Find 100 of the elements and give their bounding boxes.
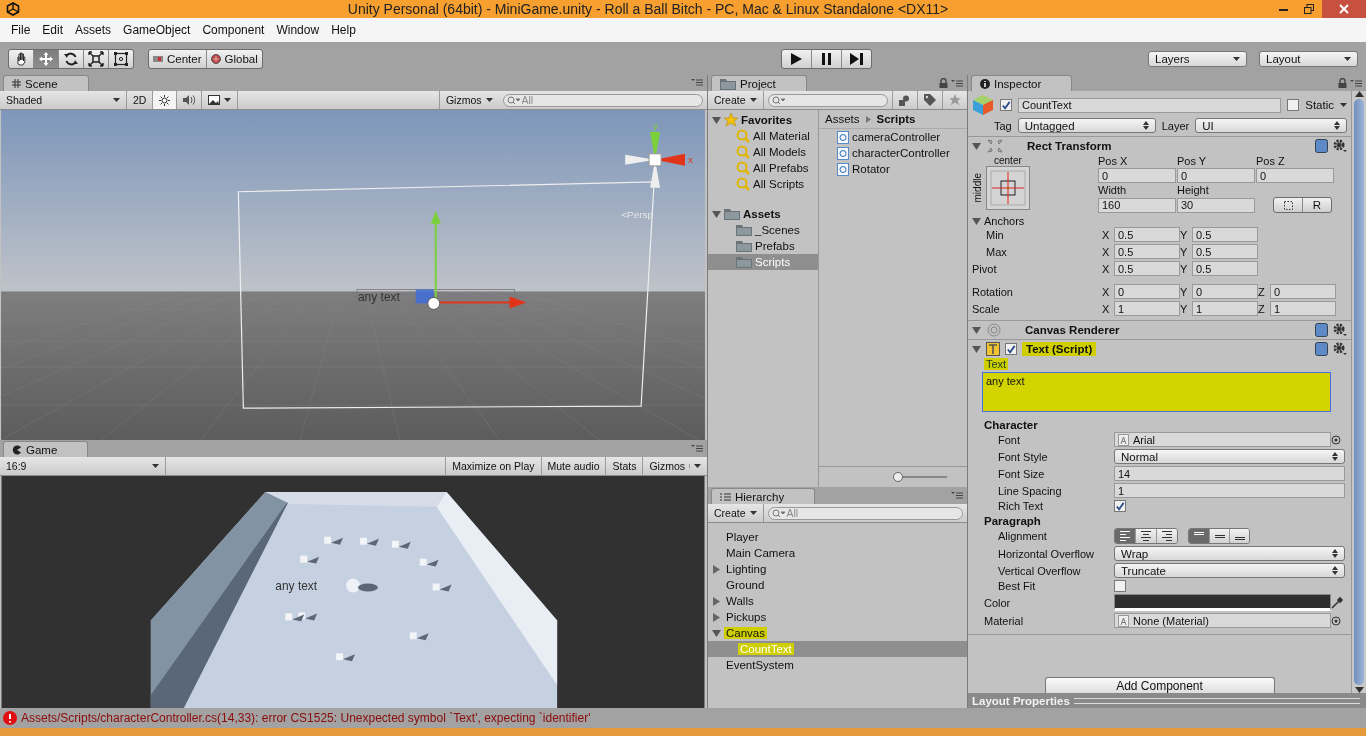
menu-item[interactable]: Assets: [70, 23, 117, 37]
panel-menu-icon[interactable]: [691, 444, 703, 452]
game-view-toggle[interactable]: Maximize on Play: [445, 457, 541, 475]
hierarchy-item[interactable]: EventSystem: [724, 659, 796, 671]
expanded-triangle-icon[interactable]: [712, 209, 721, 219]
lighting-toggle-button[interactable]: [153, 91, 178, 109]
zoom-slider[interactable]: [893, 472, 949, 482]
lock-icon[interactable]: [1338, 78, 1347, 88]
value-field[interactable]: 0: [1114, 284, 1180, 299]
object-name-field[interactable]: CountText: [1018, 97, 1282, 113]
game-view-toggle[interactable]: Stats: [605, 457, 643, 475]
expanded-triangle-icon[interactable]: [972, 216, 981, 226]
value-field[interactable]: 1: [1270, 301, 1336, 316]
menu-item[interactable]: File: [6, 23, 36, 37]
move-tool-button[interactable]: [33, 49, 58, 68]
create-dropdown[interactable]: Create: [708, 504, 764, 522]
console-message[interactable]: Assets/Scripts/characterController.cs(14,33): error CS1525: Unexpected symbol `Text', expecting `identifier': [21, 711, 591, 725]
value-field[interactable]: 0.5: [1192, 244, 1258, 259]
expanded-triangle-icon[interactable]: [712, 115, 721, 125]
hierarchy-item[interactable]: Lighting: [724, 563, 769, 575]
object-picker-icon[interactable]: [1331, 615, 1341, 626]
menu-item[interactable]: Edit: [37, 23, 69, 37]
value-field[interactable]: 160: [1098, 197, 1176, 213]
orientation-gizmo-drawing[interactable]: [625, 131, 685, 188]
hierarchy-item[interactable]: Main Camera: [724, 547, 798, 559]
value-field[interactable]: 1: [1114, 301, 1180, 316]
project-tab[interactable]: Project: [711, 75, 807, 91]
add-component-button[interactable]: Add Component: [1044, 677, 1275, 693]
tree-group[interactable]: Favorites: [708, 112, 818, 128]
checkbox[interactable]: [1005, 343, 1017, 355]
settings-icon[interactable]: [1333, 342, 1347, 356]
checkbox[interactable]: [1000, 99, 1012, 111]
layers-dropdown[interactable]: Layers: [1148, 50, 1247, 67]
tree-item[interactable]: All Material: [708, 128, 818, 144]
hierarchy-tab[interactable]: Hierarchy: [711, 488, 816, 504]
vertical-align-button[interactable]: [1189, 529, 1209, 543]
dropdown[interactable]: Wrap: [1114, 546, 1345, 561]
breadcrumb-item[interactable]: Scripts: [876, 113, 916, 125]
layout-dropdown[interactable]: Layout: [1259, 50, 1358, 67]
horizontal-align-button[interactable]: [1115, 529, 1135, 543]
gizmos-dropdown[interactable]: Gizmos: [438, 91, 499, 109]
hierarchy-item[interactable]: Ground: [724, 579, 767, 591]
tree-item[interactable]: _Scenes: [708, 222, 818, 238]
panel-menu-icon[interactable]: [951, 79, 963, 87]
pivot-mode-button[interactable]: Center: [149, 49, 206, 68]
tree-item[interactable]: All Prefabs: [708, 160, 818, 176]
game-view-toggle[interactable]: Gizmos: [642, 457, 707, 475]
object-picker-icon[interactable]: [1331, 434, 1341, 445]
game-tab[interactable]: Game: [3, 441, 89, 457]
value-field[interactable]: 0.5: [1114, 227, 1180, 242]
value-field[interactable]: 1: [1192, 301, 1258, 316]
hierarchy-search-field[interactable]: All: [767, 506, 963, 520]
close-button[interactable]: [1322, 0, 1366, 18]
expanded-triangle-icon[interactable]: [712, 628, 721, 638]
inspector-tab[interactable]: Inspector: [971, 75, 1073, 91]
panel-menu-icon[interactable]: [951, 491, 963, 499]
eyedropper-icon[interactable]: [1331, 596, 1344, 609]
menu-item[interactable]: GameObject: [118, 23, 196, 37]
slider-thumb[interactable]: [893, 472, 903, 482]
menu-item[interactable]: Help: [326, 23, 361, 37]
value-field[interactable]: 0: [1270, 284, 1336, 299]
script-file[interactable]: characterController: [852, 147, 950, 159]
settings-icon[interactable]: [1333, 139, 1347, 153]
tag-dropdown[interactable]: Untagged: [1017, 118, 1156, 133]
project-search-field[interactable]: [767, 93, 888, 107]
vertical-align-button[interactable]: [1209, 529, 1229, 543]
settings-icon[interactable]: [1333, 323, 1347, 337]
vertical-align-button[interactable]: [1229, 529, 1249, 543]
panel-menu-icon[interactable]: [1350, 79, 1362, 87]
collapsed-triangle-icon[interactable]: [712, 612, 721, 622]
scene-tab[interactable]: Scene: [3, 75, 89, 91]
input-field[interactable]: 1: [1114, 483, 1345, 498]
collapsed-triangle-icon[interactable]: [712, 564, 721, 574]
text-area-field[interactable]: any text: [982, 372, 1331, 412]
move-gizmo-drawing[interactable]: [415, 210, 527, 310]
value-field[interactable]: 0: [1192, 284, 1258, 299]
value-field[interactable]: 0: [1256, 168, 1334, 183]
object-field[interactable]: None (Material): [1114, 613, 1331, 628]
tree-item[interactable]: All Scripts: [708, 176, 818, 192]
tree-item[interactable]: All Models: [708, 144, 818, 160]
expanded-triangle-icon[interactable]: [972, 141, 981, 151]
value-field[interactable]: 0.5: [1192, 227, 1258, 242]
foldout-label[interactable]: Anchors: [984, 215, 1025, 227]
tree-group[interactable]: Assets: [708, 206, 818, 222]
pivot-rotation-button[interactable]: Global: [205, 49, 262, 68]
horizontal-align-button[interactable]: [1135, 529, 1156, 543]
dropdown[interactable]: Normal: [1114, 449, 1345, 464]
scene-search-field[interactable]: All: [502, 93, 703, 107]
checkbox[interactable]: [1114, 580, 1126, 592]
aspect-ratio-dropdown[interactable]: 16:9: [0, 457, 166, 475]
value-field[interactable]: 0.5: [1114, 261, 1180, 276]
value-field[interactable]: 30: [1177, 197, 1255, 213]
value-field[interactable]: 0.5: [1114, 244, 1180, 259]
hierarchy-item[interactable]: Player: [724, 531, 761, 543]
breadcrumb-item[interactable]: Assets: [825, 113, 860, 125]
lock-icon[interactable]: [939, 78, 948, 88]
value-field[interactable]: 0.5: [1192, 261, 1258, 276]
hierarchy-item[interactable]: Pickups: [724, 611, 769, 623]
hierarchy-item[interactable]: Canvas: [724, 627, 767, 639]
dropdown[interactable]: Truncate: [1114, 563, 1345, 578]
